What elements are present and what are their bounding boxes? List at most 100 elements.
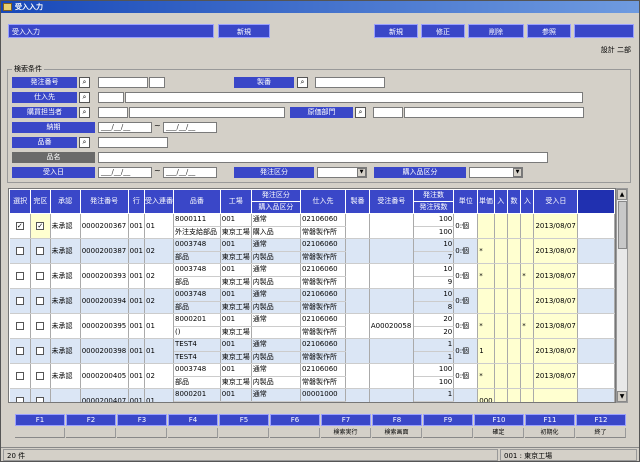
col-qty[interactable]: 発注数 [412,189,455,202]
flag3-cell[interactable] [507,363,522,389]
flag2-cell[interactable] [494,238,508,264]
order-no-cell[interactable]: 0000200367 [80,213,129,239]
receive-date-cell[interactable] [533,388,579,402]
flag1-cell[interactable]: 000 [477,388,495,402]
buyer-name-field[interactable] [129,107,285,118]
order-no-cell[interactable]: 0000200405 [80,363,129,389]
col-seq[interactable]: 受入連番 [144,189,175,214]
col-approval[interactable]: 承認 [49,189,81,214]
item-cell[interactable]: 0003748 [173,288,221,302]
flag2-cell[interactable] [494,213,508,239]
done-checkbox[interactable] [36,371,45,380]
flag4-cell[interactable]: * [520,313,535,339]
remaining-cell[interactable]: 1 [413,351,455,364]
col-line[interactable]: 行 [127,189,146,214]
table-row[interactable]: 未承認 0000200394 001 02 0003748 001 通常 02106060 10… [9,288,615,314]
qty-cell[interactable]: 100 [413,363,455,377]
flag1-cell[interactable] [477,288,495,314]
order-no-cell[interactable]: 0000200387 [80,238,129,264]
product-no-search-icon[interactable]: ⌕ [297,77,308,88]
cost-dept-code-field[interactable] [373,107,403,118]
receive-date-cell[interactable]: 2013/08/07 [533,213,579,239]
flag3-cell[interactable] [507,263,522,289]
order-no-search-icon[interactable]: ⌕ [79,77,90,88]
col-purchase-class[interactable]: 購入品区分 [250,201,301,214]
unit-cell[interactable] [453,388,479,402]
unit-cell[interactable]: 0:個 [453,288,479,314]
order-no-cell[interactable]: 0000200393 [80,263,129,289]
receive-date-cell[interactable]: 2013/08/07 [533,338,579,364]
done-checkbox[interactable] [36,321,45,330]
buyer-search-icon[interactable]: ⌕ [79,107,90,118]
remaining-cell[interactable]: 8 [413,301,455,314]
select-checkbox[interactable] [15,246,24,255]
qty-cell[interactable]: 10 [413,288,455,302]
flag1-cell[interactable] [477,213,495,239]
col-item[interactable]: 品番 [173,189,221,214]
flag2-cell[interactable] [494,338,508,364]
fkey-f6-button[interactable]: F6 [270,414,320,426]
flag2-cell[interactable] [494,363,508,389]
qty-cell[interactable]: 20 [413,313,455,327]
fkey-f2-button[interactable]: F2 [66,414,116,426]
qty-cell[interactable]: 1 [413,338,455,352]
flag3-cell[interactable] [507,313,522,339]
flag4-cell[interactable] [520,338,535,364]
flag2-cell[interactable] [494,288,508,314]
due-from-field[interactable]: ___/__/__ [98,122,152,133]
cost-dept-search-icon[interactable]: ⌕ [355,107,366,118]
buyer-code-field[interactable] [98,107,128,118]
select-checkbox[interactable] [15,346,24,355]
unit-cell[interactable]: 0:個 [453,313,479,339]
col-remaining[interactable]: 発注残数 [412,201,455,214]
qty-cell[interactable]: 10 [413,238,455,252]
flag4-cell[interactable] [520,238,535,264]
col-product-no[interactable]: 製番 [345,189,370,214]
vendor-search-icon[interactable]: ⌕ [79,92,90,103]
cost-dept-name-field[interactable] [404,107,584,118]
col-price[interactable]: 単価 [477,189,495,214]
product-no-field[interactable] [315,77,385,88]
col-order-class[interactable]: 発注区分 [250,189,301,202]
done-checkbox[interactable] [36,296,45,305]
select-checkbox[interactable]: ✓ [15,221,24,230]
flag3-cell[interactable] [507,238,522,264]
flag1-cell[interactable]: * [477,263,495,289]
flag3-cell[interactable] [507,388,522,402]
fkey-f4-button[interactable]: F4 [168,414,218,426]
order-no-cell[interactable]: 0000200395 [80,313,129,339]
remaining-cell[interactable]: 100 [413,226,455,239]
table-row[interactable]: 未承認 0000200387 001 02 0003748 001 通常 02106060 10… [9,238,615,264]
col-done[interactable]: 完区 [30,189,51,214]
flag4-cell[interactable] [520,388,535,402]
item-cell[interactable]: 0003748 [173,263,221,277]
fkey-f9-button[interactable]: F9 [423,414,473,426]
flag1-cell[interactable]: 1 [477,338,495,364]
flag4-cell[interactable]: * [520,263,535,289]
flag1-cell[interactable]: * [477,238,495,264]
col-unit[interactable]: 単位 [453,189,479,214]
table-row[interactable]: 0000200407 001 01 8000201 001 通常 00001000 1 000 [9,388,615,402]
unit-cell[interactable]: 0:個 [453,363,479,389]
receive-date-cell[interactable]: 2013/08/07 [533,288,579,314]
receive-date-cell[interactable]: 2013/08/07 [533,313,579,339]
col-factory[interactable]: 工場 [219,189,252,214]
scroll-down-icon[interactable]: ▼ [617,391,627,402]
recv-to-field[interactable]: ___/__/__ [163,167,217,178]
unit-cell[interactable]: 0:個 [453,263,479,289]
table-row[interactable]: 未承認 0000200395 001 01 8000201 001 通常 02106060 A0… [9,313,615,339]
remaining-cell[interactable]: 9 [413,276,455,289]
unit-cell[interactable]: 0:個 [453,338,479,364]
flag3-cell[interactable] [507,288,522,314]
col-receive-order[interactable]: 受注番号 [368,189,414,214]
flag1-cell[interactable]: * [477,313,495,339]
remaining-cell[interactable]: 20 [413,326,455,339]
fkey-f11-button[interactable]: F11 [525,414,575,426]
flag3-cell[interactable] [507,338,522,364]
select-checkbox[interactable] [15,396,24,402]
item-cell[interactable]: TEST4 [173,338,221,352]
fkey-f8-button[interactable]: F8 [372,414,422,426]
order-no-cell[interactable]: 0000200398 [80,338,129,364]
receive-date-cell[interactable]: 2013/08/07 [533,363,579,389]
flag4-cell[interactable] [520,213,535,239]
